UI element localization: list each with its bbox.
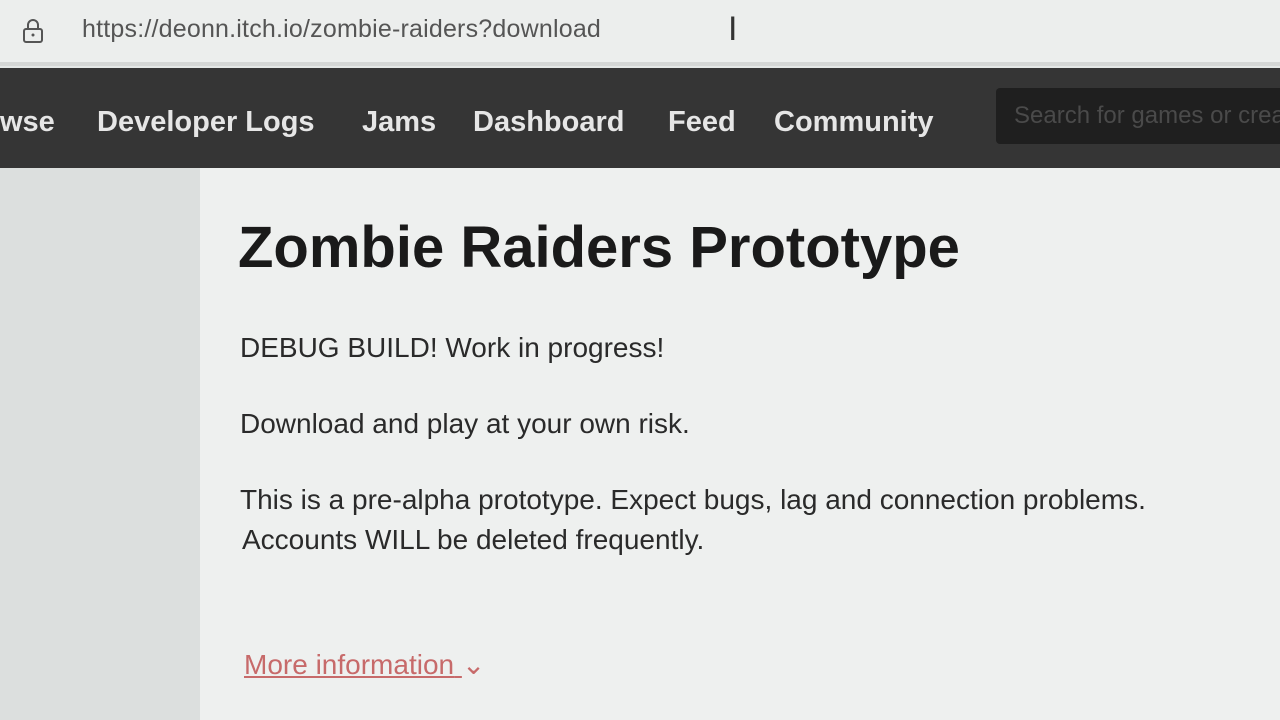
- nav-jams[interactable]: Jams: [362, 106, 436, 139]
- nav-community[interactable]: Community: [774, 106, 934, 139]
- lock-icon: [23, 19, 43, 43]
- nav-feed[interactable]: Feed: [668, 106, 736, 139]
- paragraph: This is a pre-alpha prototype. Expect bu…: [240, 484, 1146, 515]
- search-box: [996, 88, 1280, 144]
- nav-developer-logs[interactable]: Developer Logs: [97, 106, 315, 139]
- game-description: Zombie Raiders Prototype DEBUG BUILD! Wo…: [200, 168, 1280, 720]
- page-title: Zombie Raiders Prototype: [238, 215, 960, 280]
- paragraph: DEBUG BUILD! Work in progress!: [240, 332, 665, 363]
- more-information-link[interactable]: More information ⌄: [244, 648, 485, 681]
- chevron-down-icon: ⌄: [461, 649, 486, 680]
- page-background: [0, 168, 200, 720]
- paragraph: Accounts WILL be deleted frequently.: [242, 524, 705, 555]
- top-nav: wse Developer Logs Jams Dashboard Feed C…: [0, 68, 1280, 168]
- nav-browse[interactable]: wse: [0, 106, 55, 139]
- paragraph: Download and play at your own risk.: [240, 408, 690, 439]
- url-text[interactable]: https://deonn.itch.io/zombie-raiders?dow…: [82, 15, 601, 44]
- address-bar[interactable]: https://deonn.itch.io/zombie-raiders?dow…: [0, 0, 1280, 66]
- text-cursor-icon: I: [728, 10, 738, 48]
- more-information-label: More information: [244, 649, 455, 680]
- nav-dashboard[interactable]: Dashboard: [473, 106, 624, 139]
- search-input[interactable]: [996, 88, 1280, 144]
